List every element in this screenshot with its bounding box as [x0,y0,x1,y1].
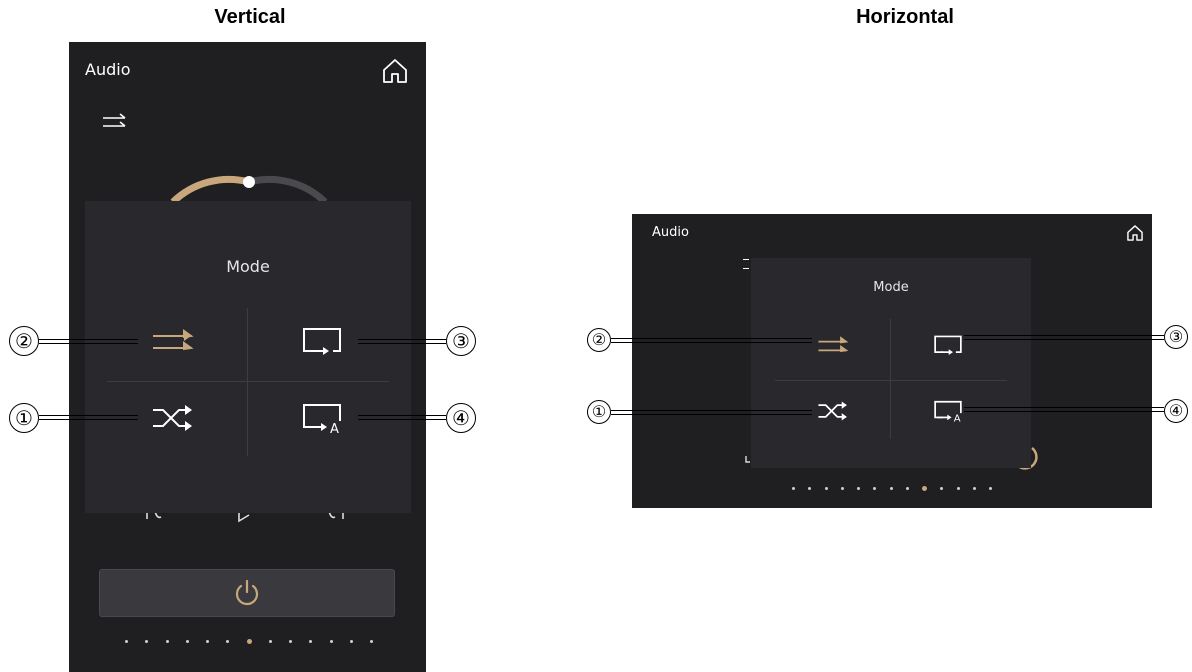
page-dot[interactable] [889,486,893,490]
callout-3-horizontal: ③ [1164,325,1188,349]
callout-line-1-vertical [39,415,138,420]
mode-popup: Mode A [743,258,1031,468]
mode-popup-title: Mode [226,257,270,276]
repeat-all-icon: A [303,404,341,435]
horizontal-section-title: Horizontal [856,6,954,28]
mode-divider-horizontal [775,380,1007,381]
page-dot[interactable] [857,486,860,490]
play-mode-icon-behind [743,259,749,269]
page-dot[interactable] [808,486,812,490]
mode-option-repeat-one[interactable] [933,333,963,357]
page-dot[interactable] [824,486,828,490]
page-dot[interactable] [206,639,209,643]
page-indicator [125,636,373,646]
power-button[interactable] [99,569,395,617]
callout-1-horizontal: ① [587,400,611,424]
page-dot[interactable] [268,639,272,643]
page-dot[interactable] [289,639,292,643]
callout-2-vertical: ② [9,326,39,356]
play-mode-icon[interactable] [102,112,128,132]
callout-line-4-vertical [358,415,446,420]
mode-option-shuffle[interactable] [817,400,849,422]
page-dot[interactable] [165,639,169,643]
mode-option-repeat-all[interactable]: A [301,401,343,435]
page-dot-active[interactable] [246,638,252,644]
repeat-current-icon [303,328,341,355]
mode-divider-vertical [247,308,248,456]
app-title: Audio [652,225,689,240]
page-dot[interactable] [940,486,944,490]
shuffle-icon [818,401,847,421]
page-dot[interactable] [989,486,992,490]
mode-option-sequential[interactable] [151,328,195,356]
vertical-section-title: Vertical [214,6,286,28]
page-dot-active[interactable] [922,485,927,491]
callout-line-4-horizontal [964,407,1164,412]
sequential-play-icon [818,336,849,353]
page-dot[interactable] [125,639,128,643]
callout-line-1-horizontal [611,410,812,415]
page-dot[interactable] [145,639,149,643]
page-dot[interactable] [185,639,189,643]
callout-line-3-horizontal [964,335,1164,340]
volume-knob [243,176,255,188]
power-icon [235,579,259,606]
mode-divider-horizontal [107,381,389,382]
repeat-current-icon [934,335,962,355]
mode-option-shuffle[interactable] [151,403,195,433]
sequential-play-icon [153,329,194,351]
page-indicator [792,484,992,492]
mode-popup-title: Mode [873,280,909,295]
vertical-panel: Audio Mode A [69,42,426,672]
page-dot[interactable] [309,639,313,643]
page-dot[interactable] [226,639,230,643]
horizontal-panel: Audio Mode A [632,214,1152,508]
app-title: Audio [85,60,131,79]
callout-2-horizontal: ② [587,328,611,352]
callout-line-2-horizontal [611,338,812,343]
page-dot[interactable] [873,486,877,490]
svg-text:A: A [330,422,339,435]
mode-option-repeat-all[interactable]: A [933,398,963,424]
page-dot[interactable] [792,486,795,490]
callout-1-vertical: ① [9,403,39,433]
page-dot[interactable] [370,639,373,643]
shuffle-icon [153,405,192,431]
page-dot[interactable] [905,486,909,490]
page-dot[interactable] [840,486,844,490]
mode-option-repeat-one[interactable] [301,325,343,357]
callout-line-2-vertical [39,339,138,344]
home-icon[interactable] [1126,224,1144,242]
mode-option-sequential[interactable] [817,335,849,357]
page-dot[interactable] [349,639,353,643]
repeat-all-icon: A [934,400,962,424]
callout-4-horizontal: ④ [1164,399,1188,423]
svg-text:A: A [954,414,961,424]
home-icon[interactable] [381,57,409,85]
mode-popup: Mode A [85,201,411,513]
callout-4-vertical: ④ [446,403,476,433]
callout-3-vertical: ③ [446,326,476,356]
callout-line-3-vertical [358,339,446,344]
mode-divider-vertical [890,319,891,439]
page-dot[interactable] [956,486,960,490]
page-dot[interactable] [972,486,976,490]
page-dot[interactable] [329,639,333,643]
